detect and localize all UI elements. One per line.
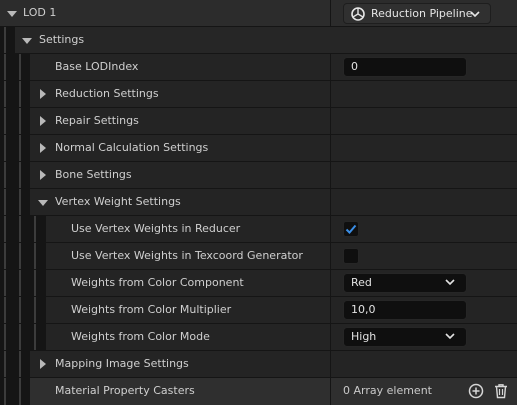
reduction-pipeline-button[interactable]: Reduction Pipeline (343, 3, 491, 24)
weights-color-multiplier-input[interactable]: 10,0 (343, 300, 467, 320)
lod-header-row: LOD 1 Reduction Pipeline (0, 0, 517, 26)
weights-color-component-value: Red (351, 276, 372, 289)
repair-settings-label: Repair Settings (55, 114, 139, 127)
base-lod-index-input[interactable]: 0 (343, 57, 467, 77)
checkmark-icon (345, 224, 357, 234)
chevron-down-icon (470, 11, 480, 18)
chevron-down-icon (445, 279, 455, 286)
bone-settings-label: Bone Settings (55, 168, 132, 181)
mapping-image-settings-row: Mapping Image Settings (0, 351, 517, 377)
weights-color-mode-value: High (351, 330, 377, 343)
lod-title: LOD 1 (23, 6, 57, 19)
vertex-weight-settings-label: Vertex Weight Settings (55, 195, 181, 208)
weights-color-mode-label: Weights from Color Mode (71, 330, 210, 343)
lod-expand-arrow-icon[interactable] (6, 0, 18, 26)
reduction-settings-label: Reduction Settings (55, 87, 159, 100)
vertex-weight-settings-row: Vertex Weight Settings (0, 189, 517, 215)
base-lod-index-label: Base LODIndex (55, 60, 139, 73)
settings-expand-arrow-icon[interactable] (21, 27, 33, 53)
mapping-image-settings-expand-icon[interactable] (37, 351, 49, 377)
repair-settings-row: Repair Settings (0, 108, 517, 134)
vertex-weight-settings-expand-icon[interactable] (37, 189, 49, 215)
use-vertex-weights-texcoord-label: Use Vertex Weights in Texcoord Generator (71, 249, 303, 262)
material-property-casters-label: Material Property Casters (55, 384, 195, 397)
weights-color-multiplier-value: 10,0 (351, 303, 376, 316)
use-vertex-weights-texcoord-row: Use Vertex Weights in Texcoord Generator (0, 243, 517, 269)
settings-category-row: Settings (0, 27, 517, 53)
normal-calculation-settings-expand-icon[interactable] (37, 135, 49, 161)
reduction-settings-expand-icon[interactable] (37, 81, 49, 107)
normal-calculation-settings-row: Normal Calculation Settings (0, 135, 517, 161)
base-lod-index-value: 0 (351, 60, 358, 73)
settings-label: Settings (39, 33, 85, 46)
weights-color-mode-dropdown[interactable]: High (343, 327, 467, 347)
use-vertex-weights-reducer-checkbox[interactable] (343, 221, 359, 237)
material-property-casters-row: Material Property Casters 0 Array elemen… (0, 378, 517, 405)
array-element-count: 0 Array element (343, 384, 432, 397)
weights-color-mode-row: Weights from Color Mode High (0, 324, 517, 350)
weights-color-multiplier-row: Weights from Color Multiplier 10,0 (0, 297, 517, 323)
base-lod-index-row: Base LODIndex 0 (0, 54, 517, 80)
reduction-pipeline-label: Reduction Pipeline (371, 7, 473, 20)
use-vertex-weights-texcoord-checkbox[interactable] (343, 248, 359, 264)
bone-settings-expand-icon[interactable] (37, 162, 49, 188)
weights-color-component-dropdown[interactable]: Red (343, 273, 467, 293)
weights-color-multiplier-label: Weights from Color Multiplier (71, 303, 232, 316)
add-element-icon[interactable] (468, 383, 484, 399)
use-vertex-weights-reducer-row: Use Vertex Weights in Reducer (0, 216, 517, 242)
weights-color-component-label: Weights from Color Component (71, 276, 244, 289)
weights-color-component-row: Weights from Color Component Red (0, 270, 517, 296)
pipeline-icon (351, 7, 365, 21)
delete-all-icon[interactable] (493, 383, 509, 399)
mapping-image-settings-label: Mapping Image Settings (55, 357, 189, 370)
bone-settings-row: Bone Settings (0, 162, 517, 188)
details-panel: LOD 1 Reduction Pipeline Settings Base L… (0, 0, 517, 405)
normal-calculation-settings-label: Normal Calculation Settings (55, 141, 209, 154)
reduction-settings-row: Reduction Settings (0, 81, 517, 107)
use-vertex-weights-reducer-label: Use Vertex Weights in Reducer (71, 222, 241, 235)
chevron-down-icon (445, 333, 455, 340)
repair-settings-expand-icon[interactable] (37, 108, 49, 134)
